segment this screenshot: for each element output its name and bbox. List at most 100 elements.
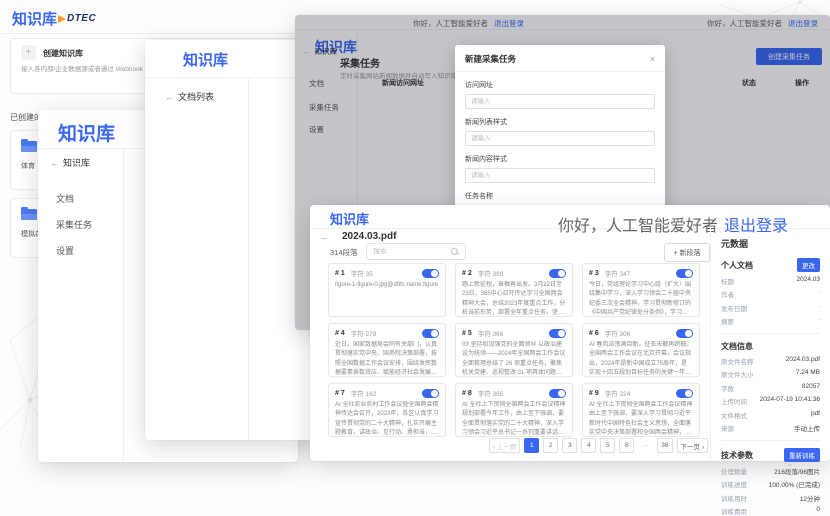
paragraph-card: # 6 字符 306 AI 春风浩荡满目新，征衣未解再跨鞍。全国两会工作会议在北京… xyxy=(582,323,700,377)
modal-header: 新建采集任务 × xyxy=(455,53,665,72)
retrain-button[interactable]: 重新训练 xyxy=(784,448,820,462)
pagination: ‹ 上一页 1 2 3 4 5 6 ··· 36 下一页 › xyxy=(310,438,708,453)
tech-label: 训练用时 xyxy=(721,493,747,503)
paragraph-preview: 近日，国家数据局会同有关部门，认真贯彻落实党中央、国务院决策部署，按照全国数据工… xyxy=(335,341,439,377)
paragraph-card: # 9字符 324 AI 全社上下贯彻全国两会工作会议精神 由上至下强调，要深入… xyxy=(582,383,700,437)
back-to-document-list-link[interactable]: ← 文档列表 xyxy=(165,90,214,103)
window-title: 知识库 xyxy=(58,119,115,146)
add-paragraph-button[interactable]: + 新段落 xyxy=(664,243,710,262)
paragraph-toggle[interactable] xyxy=(676,389,693,398)
paragraph-toggle[interactable] xyxy=(422,389,439,398)
plus-icon: + xyxy=(21,45,36,60)
pagination-page-2[interactable]: 2 xyxy=(543,438,558,453)
tech-value: 12分钟 xyxy=(800,493,820,503)
paragraph-index: # 7 xyxy=(335,390,345,397)
tech-label: 训练费用 xyxy=(721,506,747,516)
back-label: 知识库 xyxy=(63,156,90,169)
panel-section-divider xyxy=(721,440,820,441)
window-title: 知识库 xyxy=(183,49,228,70)
pagination-page-5[interactable]: 5 xyxy=(600,438,615,453)
paragraph-toggle[interactable] xyxy=(422,329,439,338)
paragraph-toggle[interactable] xyxy=(549,389,566,398)
pagination-page-3[interactable]: 3 xyxy=(562,438,577,453)
paragraph-index: # 9 xyxy=(589,390,599,397)
paragraph-toggle[interactable] xyxy=(549,329,566,338)
meta-label: 作者 xyxy=(721,289,734,299)
document-type-label: 个人文档 xyxy=(721,260,753,271)
paragraph-count: 314段落 xyxy=(330,247,358,258)
file-value: 2024-07-19 10:41:36 xyxy=(760,396,820,406)
list-style-input[interactable] xyxy=(465,131,655,146)
pagination-page-4[interactable]: 4 xyxy=(581,438,596,453)
paragraph-preview: AI 春风浩荡满目新，征衣未解再跨鞍。全国两会工作会议在北京开幕，会议指出，20… xyxy=(589,341,693,377)
paragraph-char-count: 字符 35 xyxy=(351,268,373,278)
paragraph-char-count: 字符 162 xyxy=(351,388,377,398)
url-input[interactable] xyxy=(465,94,655,109)
create-card-title: 创建知识库 xyxy=(43,48,83,59)
meta-label: 标题 xyxy=(721,276,734,286)
content-style-input[interactable] xyxy=(465,168,655,183)
paragraph-toggle[interactable] xyxy=(549,269,566,278)
paragraph-preview: figure-1-figure-0.jpg@d9fc name:figure xyxy=(335,281,439,290)
paragraph-card: # 1 字符 35 figure-1-figure-0.jpg@d9fc name… xyxy=(328,263,446,317)
meta-label: 摘要 xyxy=(721,316,734,326)
pagination-page-6[interactable]: 6 xyxy=(619,438,634,453)
pagination-ellipsis[interactable]: ··· xyxy=(638,438,653,453)
meta-label: 发布日期 xyxy=(721,303,747,313)
paragraph-index: # 1 xyxy=(335,270,345,277)
close-icon[interactable]: × xyxy=(650,54,655,64)
field-label-url: 访问网址 xyxy=(465,80,655,90)
paragraph-preview: 今日，党组理论学习中心组（扩大）围绕集中学习，深入学习领会二十届中央纪委三次全会… xyxy=(589,281,693,317)
paragraph-char-count: 字符 324 xyxy=(605,388,631,398)
file-label: 文件格式 xyxy=(721,410,747,420)
user-greeting: 你好，人工智能爱好者 xyxy=(558,212,718,236)
search-input[interactable] xyxy=(367,248,451,255)
paragraph-char-count: 字符 278 xyxy=(351,328,377,338)
paragraph-toggle[interactable] xyxy=(676,329,693,338)
file-value: 手动上传 xyxy=(794,423,820,433)
tech-value: 0 xyxy=(816,506,820,516)
back-arrow-icon: ← xyxy=(50,158,59,168)
sidebar-divider xyxy=(123,148,124,462)
paragraph-char-count: 字符 347 xyxy=(605,268,631,278)
sidebar-item-collection-tasks[interactable]: 采集任务 xyxy=(56,218,92,231)
logo-plane-icon xyxy=(58,15,66,23)
pagination-page-1[interactable]: 1 xyxy=(524,438,539,453)
folder-icon xyxy=(21,209,37,220)
library-name: 体育 xyxy=(21,161,35,171)
back-arrow-icon: ← xyxy=(165,92,174,102)
sidebar-item-documents[interactable]: 文档 xyxy=(56,192,74,205)
paragraph-index: # 8 xyxy=(462,390,472,397)
metadata-panel-title: 元数据 xyxy=(721,237,820,250)
pagination-prev-button[interactable]: ‹ 上一页 xyxy=(489,438,520,453)
meta-value: 2024.03 xyxy=(797,276,821,286)
sidebar-divider xyxy=(248,77,249,440)
brand-logo: DTEC xyxy=(58,13,96,24)
file-label: 原文件大小 xyxy=(721,369,754,379)
paragraph-char-count: 字符 306 xyxy=(605,328,631,338)
file-label: 字数 xyxy=(721,383,734,393)
paragraph-toggle[interactable] xyxy=(676,269,693,278)
window-topbar: 知识库 你好，人工智能爱好者 退出登录 xyxy=(310,205,830,229)
paragraph-index: # 6 xyxy=(589,330,599,337)
pagination-page-36[interactable]: 36 xyxy=(657,438,672,453)
paragraph-char-count: 字符 385 xyxy=(478,388,504,398)
paragraph-index: # 3 xyxy=(589,270,599,277)
paragraph-preview: 踏上新征程，奋楫再出发。3月22日至23日，365中心召开传达学习全国两会精神大… xyxy=(462,281,566,317)
file-label: 上传时间 xyxy=(721,396,747,406)
paragraph-char-count: 字符 369 xyxy=(478,268,504,278)
paragraph-card-grid: # 1 字符 35 figure-1-figure-0.jpg@d9fc name… xyxy=(328,263,700,437)
back-label: 文档列表 xyxy=(178,90,214,103)
file-label: 原文件名称 xyxy=(721,356,754,366)
pagination-next-button[interactable]: 下一页 › xyxy=(677,438,708,453)
change-button[interactable]: 更改 xyxy=(797,258,820,272)
file-info-section-title: 文档信息 xyxy=(721,341,820,352)
back-arrow-icon[interactable]: ← xyxy=(320,232,329,242)
tech-label: 处理数量 xyxy=(721,466,747,476)
meta-value: - xyxy=(818,289,820,299)
back-to-library-link[interactable]: ← 知识库 xyxy=(50,156,90,169)
paragraph-toggle[interactable] xyxy=(422,269,439,278)
sidebar-item-settings[interactable]: 设置 xyxy=(56,244,74,257)
file-label: 来源 xyxy=(721,423,734,433)
paragraph-index: # 2 xyxy=(462,270,472,277)
